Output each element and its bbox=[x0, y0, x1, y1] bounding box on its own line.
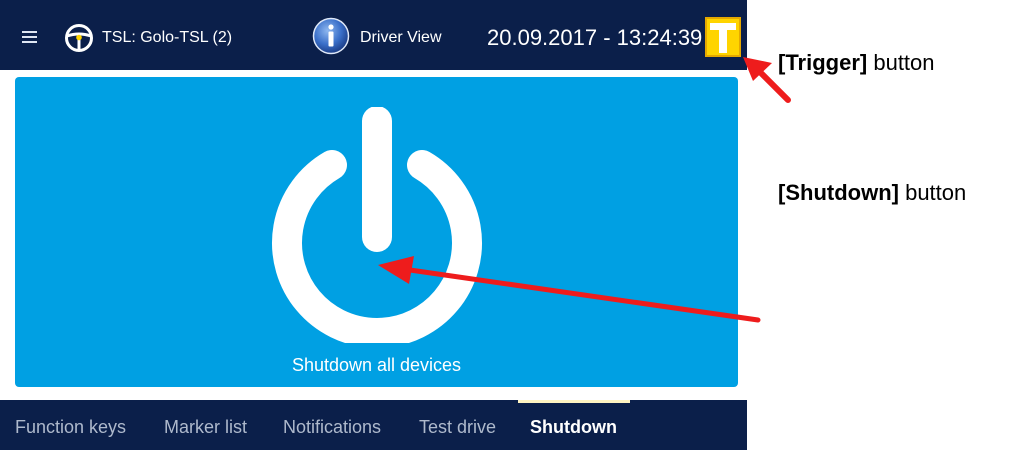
steering-wheel-icon bbox=[65, 24, 93, 52]
bottom-tab-bar: Function keys Marker list Notifications … bbox=[0, 400, 747, 450]
trigger-button[interactable] bbox=[705, 17, 741, 57]
tsl-label[interactable]: TSL: Golo-TSL (2) bbox=[102, 29, 232, 47]
datetime-display: 20.09.2017 - 13:24:39 bbox=[487, 25, 703, 50]
tab-shutdown[interactable]: Shutdown bbox=[530, 417, 617, 438]
shutdown-annotation: [Shutdown] button bbox=[778, 180, 966, 206]
tab-notifications[interactable]: Notifications bbox=[283, 417, 381, 438]
trigger-annotation-text: button bbox=[867, 50, 935, 75]
trigger-annotation: [Trigger] button bbox=[778, 50, 935, 76]
tab-test-drive[interactable]: Test drive bbox=[419, 417, 496, 438]
driver-view-app: TSL: Golo-TSL (2) Driver View 20.09.2017… bbox=[0, 0, 747, 450]
view-mode-label: Driver View bbox=[360, 29, 442, 46]
tab-function-keys[interactable]: Function keys bbox=[15, 417, 126, 438]
active-tab-indicator bbox=[518, 400, 630, 403]
trigger-t-icon bbox=[710, 23, 736, 53]
shutdown-panel-button[interactable]: Shutdown all devices bbox=[15, 77, 738, 387]
info-icon[interactable] bbox=[312, 17, 350, 55]
trigger-annotation-bold: [Trigger] bbox=[778, 50, 868, 75]
menu-icon[interactable] bbox=[22, 31, 37, 43]
shutdown-annotation-bold: [Shutdown] bbox=[778, 180, 899, 205]
shutdown-annotation-text: button bbox=[898, 180, 967, 205]
shutdown-label: Shutdown all devices bbox=[291, 355, 462, 375]
power-icon bbox=[272, 107, 482, 343]
tab-marker-list[interactable]: Marker list bbox=[164, 417, 247, 438]
top-bar: TSL: Golo-TSL (2) Driver View 20.09.2017… bbox=[0, 0, 747, 70]
